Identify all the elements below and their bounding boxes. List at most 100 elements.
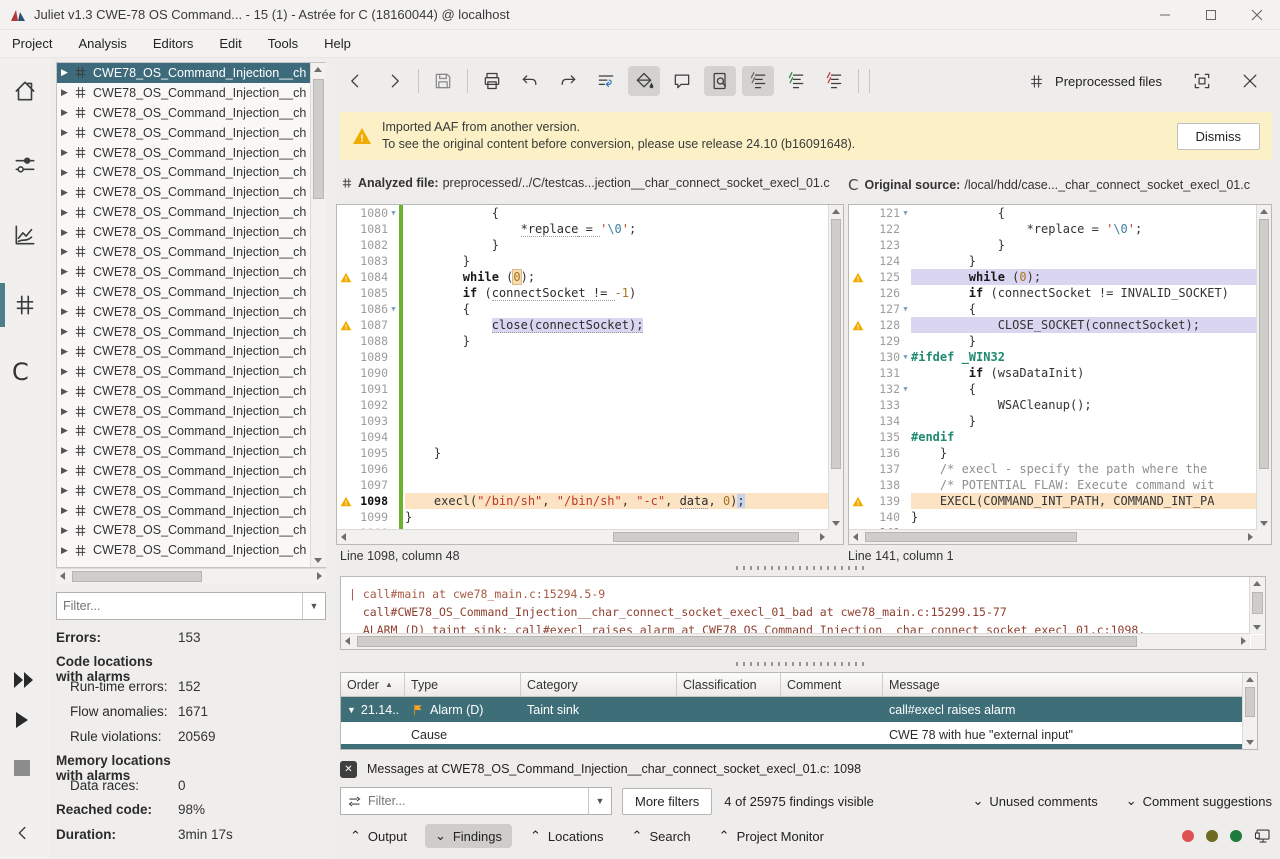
c-source-icon[interactable]: C: [12, 358, 38, 384]
code-line[interactable]: 122 *replace = '\0';: [849, 221, 1257, 237]
code-line[interactable]: 1090: [337, 365, 829, 381]
monitor-icon[interactable]: [1254, 827, 1272, 845]
call-stack-log[interactable]: | call#main at cwe78_main.c:15294.5-9 ca…: [340, 576, 1266, 650]
unused-comments-toggle[interactable]: ⌄Unused comments: [972, 793, 1097, 809]
menu-item-editors[interactable]: Editors: [153, 36, 193, 51]
code-line[interactable]: !128 CLOSE_SOCKET(connectSocket);: [849, 317, 1257, 333]
expand-triangle-icon[interactable]: ▶: [61, 187, 73, 198]
editor-horizontal-scrollbar[interactable]: [849, 529, 1257, 544]
code-line[interactable]: 1086▼ {: [337, 301, 829, 317]
column-header-comment[interactable]: Comment: [781, 673, 883, 696]
code-line[interactable]: 133 WSACleanup();: [849, 397, 1257, 413]
tab-search[interactable]: ⌃Search: [622, 824, 701, 848]
fold-marker-icon[interactable]: ▼: [900, 205, 911, 221]
maximize-button[interactable]: [1188, 0, 1234, 30]
column-header-category[interactable]: Category: [521, 673, 677, 696]
more-filters-button[interactable]: More filters: [622, 788, 712, 815]
expand-triangle-icon[interactable]: ▶: [61, 445, 73, 456]
collapse-chevron-icon[interactable]: [12, 822, 38, 848]
code-line[interactable]: 123 }: [849, 237, 1257, 253]
code-line[interactable]: 126 if (connectSocket != INVALID_SOCKET): [849, 285, 1257, 301]
undo-icon[interactable]: [514, 66, 546, 96]
expand-triangle-icon[interactable]: ▶: [61, 227, 73, 238]
location-marks-icon[interactable]: [742, 66, 774, 96]
code-line[interactable]: 136 }: [849, 445, 1257, 461]
dismiss-button[interactable]: Dismiss: [1177, 123, 1261, 150]
expand-triangle-icon[interactable]: ▶: [61, 67, 73, 78]
code-line[interactable]: 1099}: [337, 509, 829, 525]
expand-triangle-icon[interactable]: ▶: [61, 366, 73, 377]
code-line[interactable]: 134 }: [849, 413, 1257, 429]
tree-item[interactable]: ▶ CWE78_OS_Command_Injection__ch: [57, 202, 325, 222]
redo-icon[interactable]: [552, 66, 584, 96]
tree-item[interactable]: ▶ CWE78_OS_Command_Injection__ch: [57, 103, 325, 123]
tree-horizontal-scrollbar[interactable]: [56, 568, 326, 584]
code-line[interactable]: 1081 *replace = '\0';: [337, 221, 829, 237]
expand-triangle-icon[interactable]: ▶: [61, 346, 73, 357]
tree-vertical-scrollbar[interactable]: [310, 63, 326, 567]
tree-item[interactable]: ▶ CWE78_OS_Command_Injection__ch: [57, 282, 325, 302]
expand-triangle-icon[interactable]: ▶: [61, 147, 73, 158]
editor-vertical-scrollbar[interactable]: [828, 205, 843, 530]
tab-project-monitor[interactable]: ⌃Project Monitor: [709, 824, 834, 848]
tree-item[interactable]: ▶ CWE78_OS_Command_Injection__ch: [57, 302, 325, 322]
log-line[interactable]: call#CWE78_OS_Command_Injection__char_co…: [349, 603, 1249, 621]
code-line[interactable]: 1083 }: [337, 253, 829, 269]
warning-icon[interactable]: !: [849, 320, 866, 331]
tree-filter-combo[interactable]: ▼: [56, 592, 326, 620]
tree-item[interactable]: ▶ CWE78_OS_Command_Injection__ch: [57, 540, 325, 560]
fold-marker-icon[interactable]: ▼: [900, 349, 911, 365]
code-line[interactable]: 1094: [337, 429, 829, 445]
tree-filter-dropdown-icon[interactable]: ▼: [302, 593, 325, 619]
tree-item[interactable]: ▶ CWE78_OS_Command_Injection__ch: [57, 222, 325, 242]
expand-triangle-icon[interactable]: ▶: [61, 266, 73, 277]
fold-marker-icon[interactable]: ▼: [388, 301, 399, 317]
expand-triangle-icon[interactable]: ▶: [61, 87, 73, 98]
log-line[interactable]: | call#main at cwe78_main.c:15294.5-9: [349, 585, 1249, 603]
expand-triangle-icon[interactable]: ▶: [61, 306, 73, 317]
close-button[interactable]: [1234, 0, 1280, 30]
stop-icon[interactable]: [12, 758, 38, 784]
paint-bucket-icon[interactable]: [628, 66, 660, 96]
sliders-icon[interactable]: [12, 152, 38, 178]
expand-triangle-icon[interactable]: ▶: [61, 425, 73, 436]
code-line[interactable]: 1097: [337, 477, 829, 493]
expand-triangle-icon[interactable]: ▶: [61, 406, 73, 417]
code-line[interactable]: !125 while (0);: [849, 269, 1257, 285]
fast-forward-icon[interactable]: [12, 670, 38, 696]
tree-item[interactable]: ▶ CWE78_OS_Command_Injection__ch: [57, 341, 325, 361]
code-line[interactable]: 137 /* execl - specify the path where th…: [849, 461, 1257, 477]
code-line[interactable]: 1096: [337, 461, 829, 477]
code-line[interactable]: 1088 }: [337, 333, 829, 349]
code-line[interactable]: 130▼#ifdef _WIN32: [849, 349, 1257, 365]
tree-item[interactable]: ▶ CWE78_OS_Command_Injection__ch: [57, 441, 325, 461]
comment-icon[interactable]: [666, 66, 698, 96]
home-icon[interactable]: [12, 78, 38, 104]
fold-marker-icon[interactable]: ▼: [900, 381, 911, 397]
menu-item-tools[interactable]: Tools: [268, 36, 298, 51]
code-line[interactable]: !139 EXECL(COMMAND_INT_PATH, COMMAND_INT…: [849, 493, 1257, 509]
finding-row[interactable]: ▼21.14..Alarm (D)Taint sinkcall#execl ra…: [341, 697, 1257, 722]
expand-triangle-icon[interactable]: ▶: [61, 505, 73, 516]
analyzed-file-editor[interactable]: 1080▼ {1081 *replace = '\0';1082 }1083 }…: [336, 204, 844, 545]
chart-icon[interactable]: [12, 222, 38, 248]
hash-icon[interactable]: [12, 292, 38, 318]
code-line[interactable]: !1087 close(connectSocket);: [337, 317, 829, 333]
print-icon[interactable]: [476, 66, 508, 96]
expand-triangle-icon[interactable]: ▶: [61, 127, 73, 138]
tab-output[interactable]: ⌃Output: [340, 824, 417, 848]
code-line[interactable]: 1082 }: [337, 237, 829, 253]
code-line[interactable]: 131 if (wsaDataInit): [849, 365, 1257, 381]
splitter-handle[interactable]: [736, 662, 866, 666]
code-line[interactable]: 140}: [849, 509, 1257, 525]
tree-item[interactable]: ▶ CWE78_OS_Command_Injection__ch: [57, 123, 325, 143]
expand-triangle-icon[interactable]: ▶: [61, 545, 73, 556]
column-header-classification[interactable]: Classification: [677, 673, 781, 696]
code-line[interactable]: 1080▼ {: [337, 205, 829, 221]
code-line[interactable]: 121▼ {: [849, 205, 1257, 221]
code-line[interactable]: 127▼ {: [849, 301, 1257, 317]
search-document-icon[interactable]: [704, 66, 736, 96]
column-header-type[interactable]: Type: [405, 673, 521, 696]
location-marks-green-icon[interactable]: [780, 66, 812, 96]
code-line[interactable]: 1085 if (connectSocket != -1): [337, 285, 829, 301]
